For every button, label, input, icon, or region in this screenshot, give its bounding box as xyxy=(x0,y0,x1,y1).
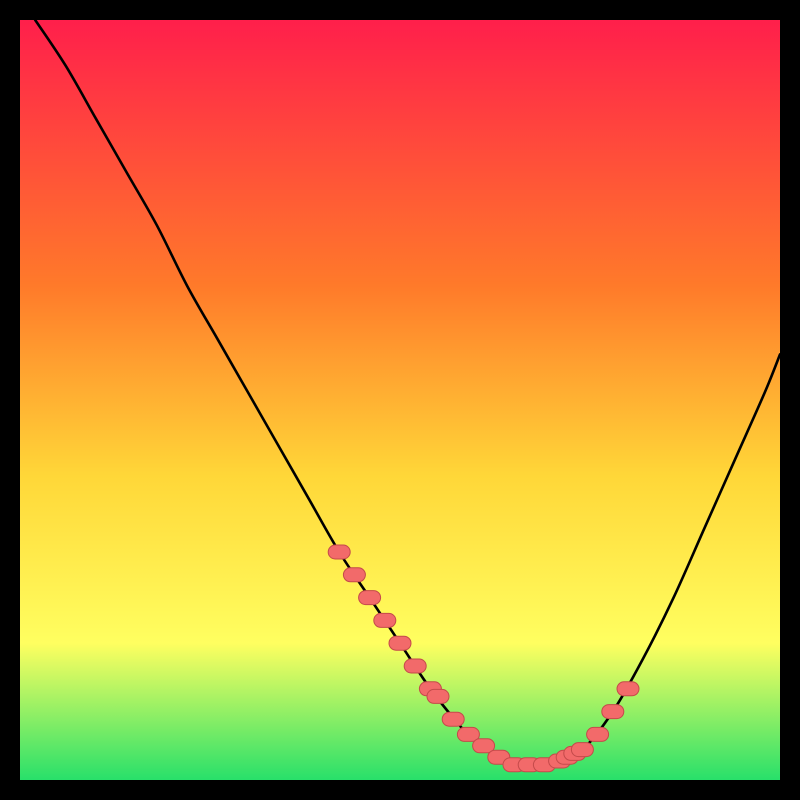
marker-point xyxy=(587,727,609,741)
marker-point xyxy=(389,636,411,650)
marker-point xyxy=(602,705,624,719)
marker-point xyxy=(359,591,381,605)
chart-background xyxy=(20,20,780,780)
bottleneck-chart xyxy=(20,20,780,780)
marker-point xyxy=(404,659,426,673)
marker-point xyxy=(571,743,593,757)
marker-point xyxy=(617,682,639,696)
chart-frame: TheBottleneck.com xyxy=(20,20,780,780)
marker-point xyxy=(343,568,365,582)
marker-point xyxy=(427,689,449,703)
marker-point xyxy=(328,545,350,559)
marker-point xyxy=(374,613,396,627)
marker-point xyxy=(442,712,464,726)
